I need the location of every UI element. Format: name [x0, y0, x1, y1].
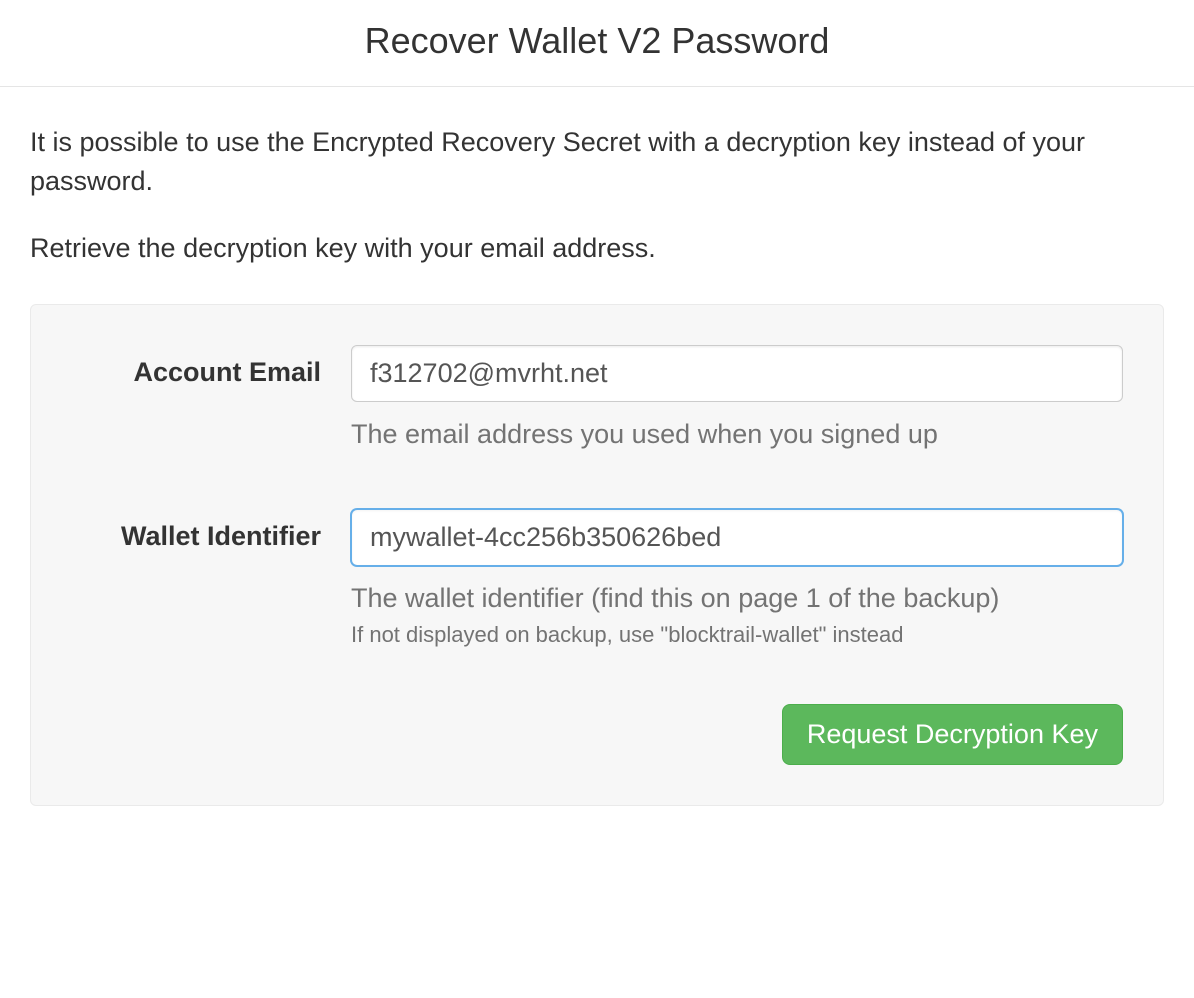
intro-line-1: It is possible to use the Encrypted Reco… — [30, 123, 1164, 201]
wallet-help-text: The wallet identifier (find this on page… — [351, 580, 1123, 616]
email-field[interactable] — [351, 345, 1123, 402]
wallet-label: Wallet Identifier — [71, 509, 351, 552]
wallet-input-wrap: The wallet identifier (find this on page… — [351, 509, 1123, 648]
wallet-subhelp-text: If not displayed on backup, use "blocktr… — [351, 622, 1123, 648]
recovery-form-panel: Account Email The email address you used… — [30, 304, 1164, 806]
page-header: Recover Wallet V2 Password — [0, 0, 1194, 87]
wallet-identifier-field[interactable] — [351, 509, 1123, 566]
wallet-row: Wallet Identifier The wallet identifier … — [71, 509, 1123, 648]
request-decryption-key-button[interactable]: Request Decryption Key — [782, 704, 1123, 765]
email-row: Account Email The email address you used… — [71, 345, 1123, 452]
content-area: It is possible to use the Encrypted Reco… — [0, 87, 1194, 836]
page-title: Recover Wallet V2 Password — [0, 20, 1194, 62]
email-label: Account Email — [71, 345, 351, 388]
email-help-text: The email address you used when you sign… — [351, 416, 1123, 452]
intro-line-2: Retrieve the decryption key with your em… — [30, 229, 1164, 268]
email-input-wrap: The email address you used when you sign… — [351, 345, 1123, 452]
button-row: Request Decryption Key — [71, 704, 1123, 765]
intro-text: It is possible to use the Encrypted Reco… — [30, 123, 1164, 268]
